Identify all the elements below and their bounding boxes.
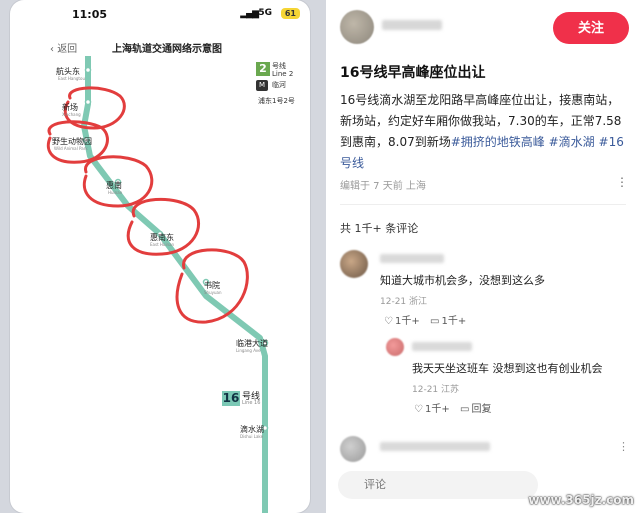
username-blurred[interactable] <box>382 20 442 30</box>
post-title: 16号线早高峰座位出让 <box>340 65 486 81</box>
linghu-label: 临河 <box>272 81 286 89</box>
comments-count: 共 1千+ 条评论 <box>340 222 419 235</box>
comment-avatar[interactable] <box>340 250 368 278</box>
network-label: 5G <box>258 8 272 18</box>
comment-username-blurred[interactable] <box>380 254 444 263</box>
battery-icon: 61 <box>280 8 300 19</box>
line16-sublabel: Line 16 <box>242 400 261 406</box>
metro-icon: M <box>256 80 268 91</box>
comment-meta: 12-21 江苏 <box>412 385 460 395</box>
comment-text: 知道大城市机会多，没想到这么多 <box>380 274 545 287</box>
comment-text: 我天天坐这班车 没想到这也有创业机会 <box>412 362 603 375</box>
signal-icon: ▂▄▆ <box>240 9 259 19</box>
nav-bar: ‹ 返回 上海轨道交通网络示意图 <box>10 36 310 56</box>
hashtag-link[interactable]: #拥挤的地铁高峰 <box>451 135 545 149</box>
comment-meta: 12-21 浙江 <box>380 297 428 307</box>
like-button[interactable]: ♡ 1千+ <box>384 312 420 327</box>
more-options-icon[interactable]: ⋮ <box>616 175 628 189</box>
heart-icon: ♡ <box>384 316 393 327</box>
pudong-label: 浦东1号2号 <box>258 97 295 105</box>
station-hangtoudong-en: East Hangtou <box>58 76 85 81</box>
reply-label: 回复 <box>471 404 492 415</box>
like-count: 1千+ <box>394 316 420 327</box>
heart-icon: ♡ <box>414 404 423 415</box>
station-lingang-ave-en: Lingang Ave <box>236 348 261 353</box>
status-bar: 11:05 ▂▄▆ 5G 61 <box>10 0 310 30</box>
station-wild-animal-park-en: Wild Animal Park <box>54 146 88 151</box>
comment-username-blurred[interactable] <box>380 442 490 451</box>
watermark: www.365jz.com <box>528 493 634 507</box>
comment-icon: ▭ <box>430 316 440 327</box>
line2-label: 号线 Line 2 <box>272 62 293 78</box>
station-dot <box>84 66 92 74</box>
post-meta: 编辑于 7 天前 上海 <box>340 181 426 192</box>
page-title: 上海轨道交通网络示意图 <box>112 44 222 55</box>
more-options-icon[interactable]: ⋮ <box>618 440 629 453</box>
reply-button[interactable]: ▭ 回复 <box>460 400 491 415</box>
station-huinandong-en: East Huinan <box>150 242 175 247</box>
station-huinan-en: Huinan <box>108 190 123 195</box>
comment-avatar[interactable] <box>340 436 366 462</box>
line2-label-sub: Line 2 <box>272 70 294 78</box>
divider <box>340 204 626 205</box>
station-dishui-lake-en: Dishui Lake <box>240 434 264 439</box>
metro-map[interactable]: 航头东 East Hangtou 新场 Xinchang 野生动物园 Wild … <box>10 56 310 513</box>
post-body: 16号线滴水湖至龙阳路早高峰座位出让，接惠南站，新场站，约定好车厢你做我站，7.… <box>340 90 630 174</box>
reply-button[interactable]: ▭ 1千+ <box>430 312 466 327</box>
like-button[interactable]: ♡ 1千+ <box>414 400 450 415</box>
back-label: 返回 <box>57 44 78 55</box>
comment-input[interactable]: 评论 <box>338 471 538 499</box>
comment-avatar[interactable] <box>386 338 404 356</box>
hashtag-link[interactable]: #滴水湖 <box>549 135 595 149</box>
phone-screen: 11:05 ▂▄▆ 5G 61 ‹ 返回 上海轨道交通网络示意图 航头东 Eas… <box>10 0 310 513</box>
comment-icon: ▭ <box>460 404 470 415</box>
station-shuyuan-en: Shuyuan <box>204 290 222 295</box>
station-dot <box>84 98 92 106</box>
line16-badge: 16 <box>222 391 240 406</box>
line2-badge: 2 <box>256 62 270 76</box>
screenshot-composite: 11:05 ▂▄▆ 5G 61 ‹ 返回 上海轨道交通网络示意图 航头东 Eas… <box>0 0 640 513</box>
follow-button[interactable]: 关注 <box>553 12 629 44</box>
reply-count: 1千+ <box>441 316 467 327</box>
like-count: 1千+ <box>424 404 450 415</box>
comment-username-blurred[interactable] <box>412 342 472 351</box>
back-button[interactable]: ‹ 返回 <box>50 40 77 55</box>
status-time: 11:05 <box>72 8 108 21</box>
post-card: 关注 16号线早高峰座位出让 16号线滴水湖至龙阳路早高峰座位出让，接惠南站，新… <box>326 0 640 513</box>
avatar[interactable] <box>340 10 374 44</box>
station-xinchang-en: Xinchang <box>62 112 81 117</box>
line2-label-text: 号线 <box>272 62 286 70</box>
